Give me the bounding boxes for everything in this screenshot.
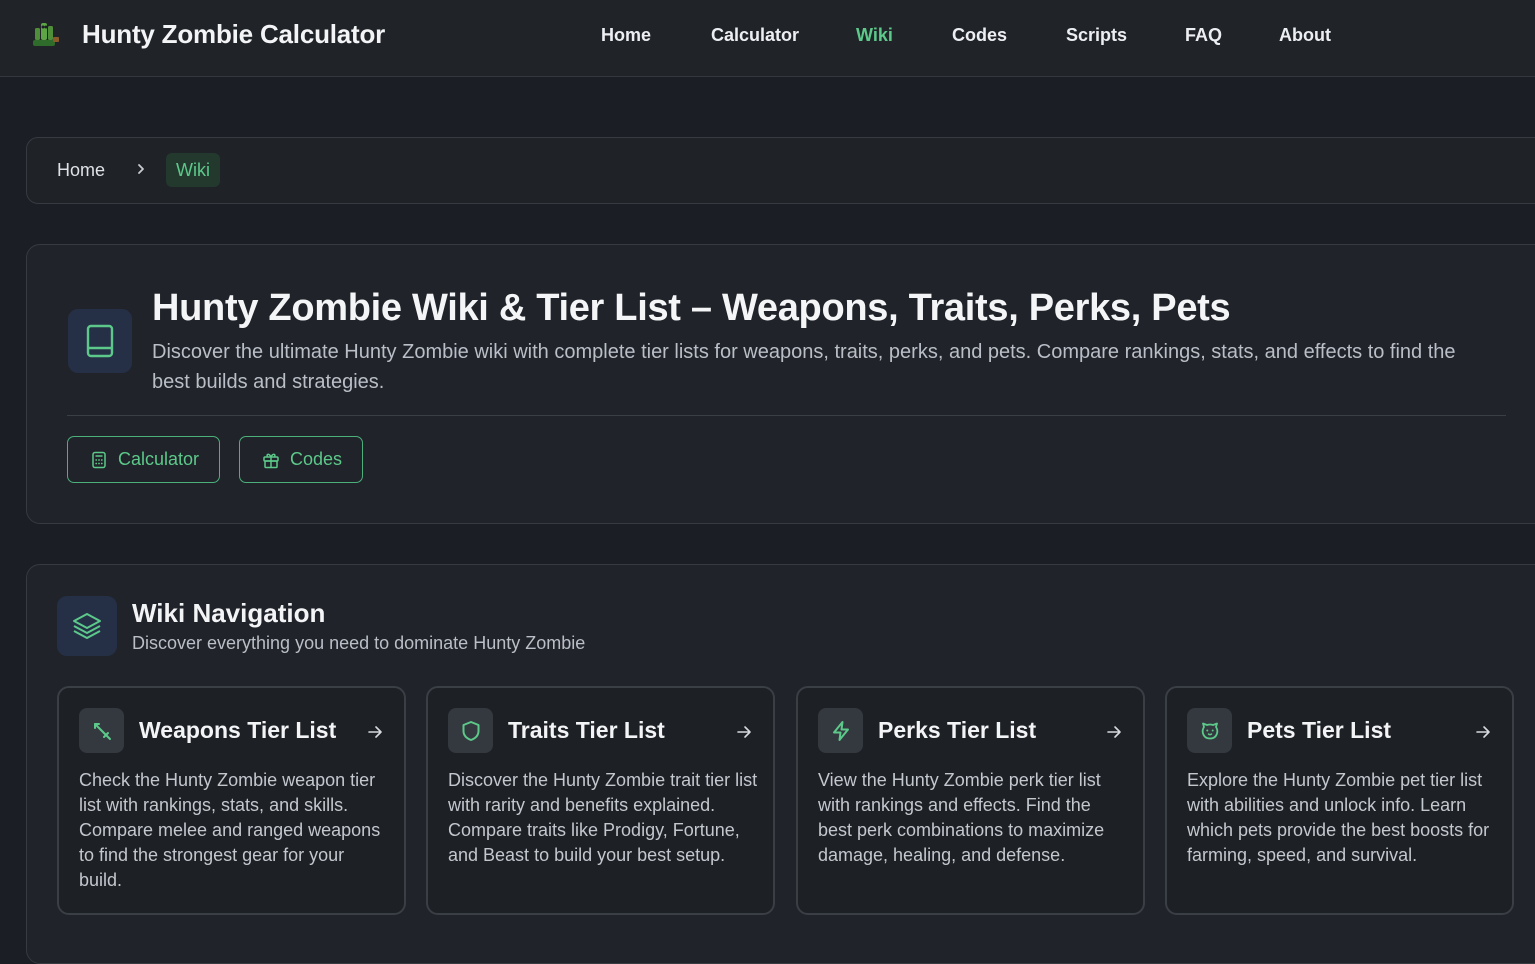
card-traits-tier-list[interactable]: Traits Tier List Discover the Hunty Zomb… (426, 686, 775, 915)
calculator-button[interactable]: Calculator (67, 436, 221, 483)
breadcrumb-home[interactable]: Home (57, 160, 105, 181)
codes-button[interactable]: Codes (239, 436, 364, 483)
hero-panel: Hunty Zombie Wiki & Tier List – Weapons,… (26, 244, 1535, 524)
breadcrumb-current: Wiki (166, 153, 220, 187)
card-title: Weapons Tier List (139, 717, 337, 743)
nav-scripts[interactable]: Scripts (1066, 25, 1127, 46)
breadcrumb: Home Wiki (26, 137, 1535, 204)
arrow-right-icon (737, 726, 751, 738)
nav-calculator[interactable]: Calculator (711, 25, 799, 46)
divider (67, 415, 1506, 416)
nav-faq[interactable]: FAQ (1185, 25, 1222, 46)
top-navbar: Hunty Zombie Calculator Home Calculator … (0, 0, 1535, 77)
wiki-navigation-panel: Wiki Navigation Discover everything you … (26, 564, 1535, 964)
gift-icon (263, 453, 279, 468)
card-description: Explore the Hunty Zombie pet tier list w… (1187, 770, 1490, 865)
nav-home[interactable]: Home (601, 25, 651, 46)
wiki-nav-icon-box (57, 596, 117, 656)
card-weapons-tier-list[interactable]: Weapons Tier List Check the Hunty Zombie… (57, 686, 406, 915)
chevron-right-icon (138, 164, 144, 174)
arrow-right-icon (1107, 726, 1121, 738)
card-perks-tier-list[interactable]: Perks Tier List View the Hunty Zombie pe… (796, 686, 1145, 915)
layers-icon (73, 613, 101, 639)
lightning-icon (832, 720, 849, 741)
nav-about[interactable]: About (1279, 25, 1331, 46)
shield-icon (462, 720, 479, 741)
book-icon (86, 324, 114, 358)
sword-icon (93, 722, 111, 740)
card-title: Traits Tier List (508, 717, 665, 743)
card-icon-box (79, 708, 124, 753)
card-title: Perks Tier List (878, 717, 1037, 743)
card-icon-box (818, 708, 863, 753)
nav-codes[interactable]: Codes (952, 25, 1007, 46)
card-pets-tier-list[interactable]: Pets Tier List Explore the Hunty Zombie … (1165, 686, 1514, 915)
page-title: Hunty Zombie Wiki & Tier List – Weapons,… (152, 287, 1231, 329)
card-description: View the Hunty Zombie perk tier list wit… (818, 770, 1105, 865)
calculator-icon (92, 451, 106, 468)
card-title: Pets Tier List (1247, 717, 1392, 743)
arrow-right-icon (1476, 726, 1490, 738)
card-icon-box (448, 708, 493, 753)
arrow-right-icon (368, 726, 382, 738)
calculator-button-label: Calculator (118, 449, 200, 469)
paw-icon (1201, 722, 1218, 739)
main-nav: Home Calculator Wiki Codes Scripts FAQ A… (0, 0, 1535, 77)
wiki-nav-subtitle: Discover everything you need to dominate… (132, 633, 586, 653)
card-description: Discover the Hunty Zombie trait tier lis… (448, 770, 758, 865)
card-description: Check the Hunty Zombie weapon tier list … (79, 770, 381, 890)
codes-button-label: Codes (290, 449, 343, 469)
wiki-nav-title: Wiki Navigation (132, 598, 326, 628)
card-icon-box (1187, 708, 1232, 753)
page-description: Discover the ultimate Hunty Zombie wiki … (152, 341, 1456, 393)
hero-icon-box (68, 309, 132, 373)
nav-wiki[interactable]: Wiki (856, 25, 893, 46)
